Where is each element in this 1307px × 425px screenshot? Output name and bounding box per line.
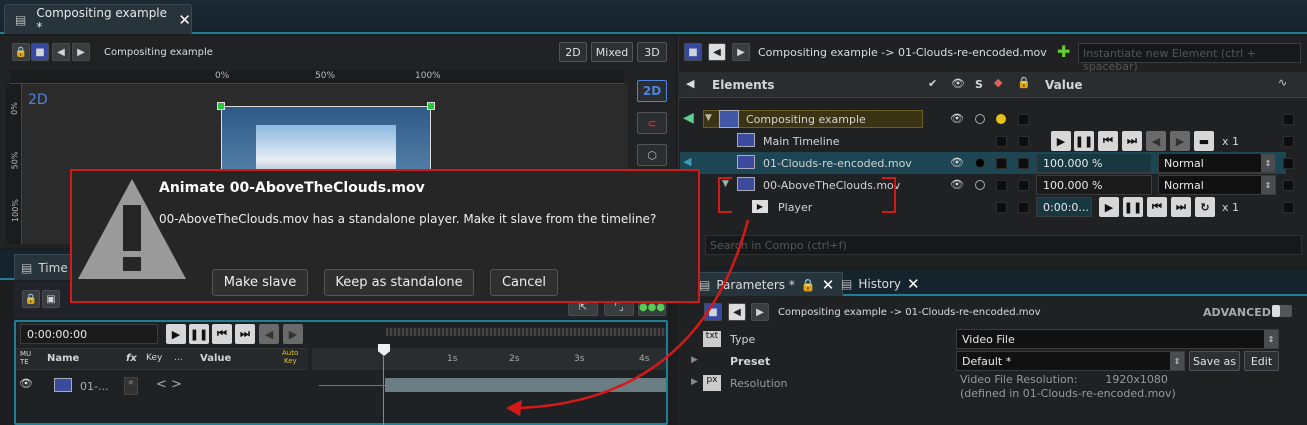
annotation-arrow	[506, 219, 750, 416]
